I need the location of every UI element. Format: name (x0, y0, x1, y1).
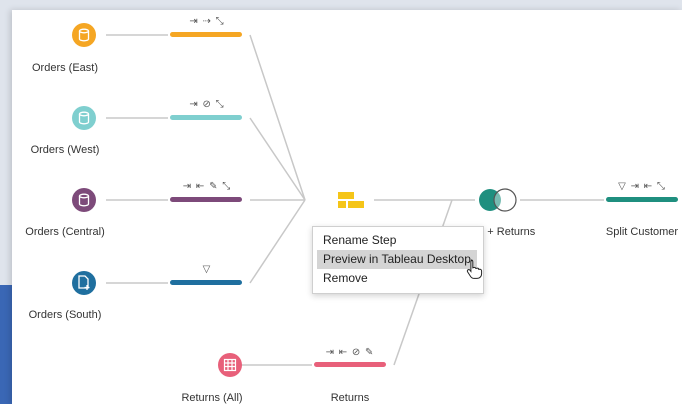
input-label-orders-central: Orders (Central) (25, 226, 105, 238)
clean-step-bar-central (170, 197, 242, 202)
flow-diagram (72, 23, 678, 377)
context-menu: Rename Step Preview in Tableau Desktop R… (312, 226, 484, 294)
step-icons-split: ▽ ⇥ ⇤ ⤡ (618, 181, 666, 192)
input-label-returns-all: Returns (All) (181, 392, 243, 404)
input-node-returns-all[interactable] (218, 353, 242, 377)
input-label-orders-west: Orders (West) (30, 144, 100, 156)
menu-item-remove[interactable]: Remove (313, 269, 483, 288)
clean-step-bar-split (606, 197, 678, 202)
input-label-orders-south: Orders (South) (28, 309, 102, 321)
join-icon[interactable] (479, 188, 517, 212)
background-accent (0, 285, 12, 404)
clean-step-bar-south (170, 280, 242, 285)
hand-cursor-icon (466, 259, 483, 279)
clean-step-bar-west (170, 115, 242, 120)
step-icons-south: ▽ (202, 264, 212, 275)
clean-step-bar-east (170, 32, 242, 37)
input-node-orders-central[interactable] (72, 188, 96, 212)
step-icons-east: ⇥ ⇢ ⤡ (189, 16, 225, 27)
join-label: s + Returns (478, 226, 536, 238)
input-node-orders-east[interactable] (72, 23, 96, 47)
clean-step-bar-returns (314, 362, 386, 367)
union-icon[interactable] (338, 192, 364, 208)
flow-canvas[interactable]: ⇥ ⇢ ⤡ ⇥ ⊘ ⤡ ⇥ ⇤ ✎ ⤡ ▽ ⇥ ⇤ ⊘ ✎ ▽ ⇥ ⇤ ⤡ Or… (12, 10, 682, 404)
step-icons-west: ⇥ ⊘ ⤡ (189, 99, 225, 110)
step-icons-returns: ⇥ ⇤ ⊘ ✎ (325, 347, 375, 358)
step-label-returns: Returns (330, 392, 370, 404)
step-label-split-customer: Split Customer (605, 226, 679, 238)
menu-item-rename-step[interactable]: Rename Step (313, 231, 483, 250)
input-node-orders-south[interactable] (72, 271, 96, 295)
input-node-orders-west[interactable] (72, 106, 96, 130)
menu-item-preview-in-tableau-desktop[interactable]: Preview in Tableau Desktop (317, 250, 477, 269)
step-icons-central: ⇥ ⇤ ✎ ⤡ (182, 181, 232, 192)
input-label-orders-east: Orders (East) (31, 62, 99, 74)
